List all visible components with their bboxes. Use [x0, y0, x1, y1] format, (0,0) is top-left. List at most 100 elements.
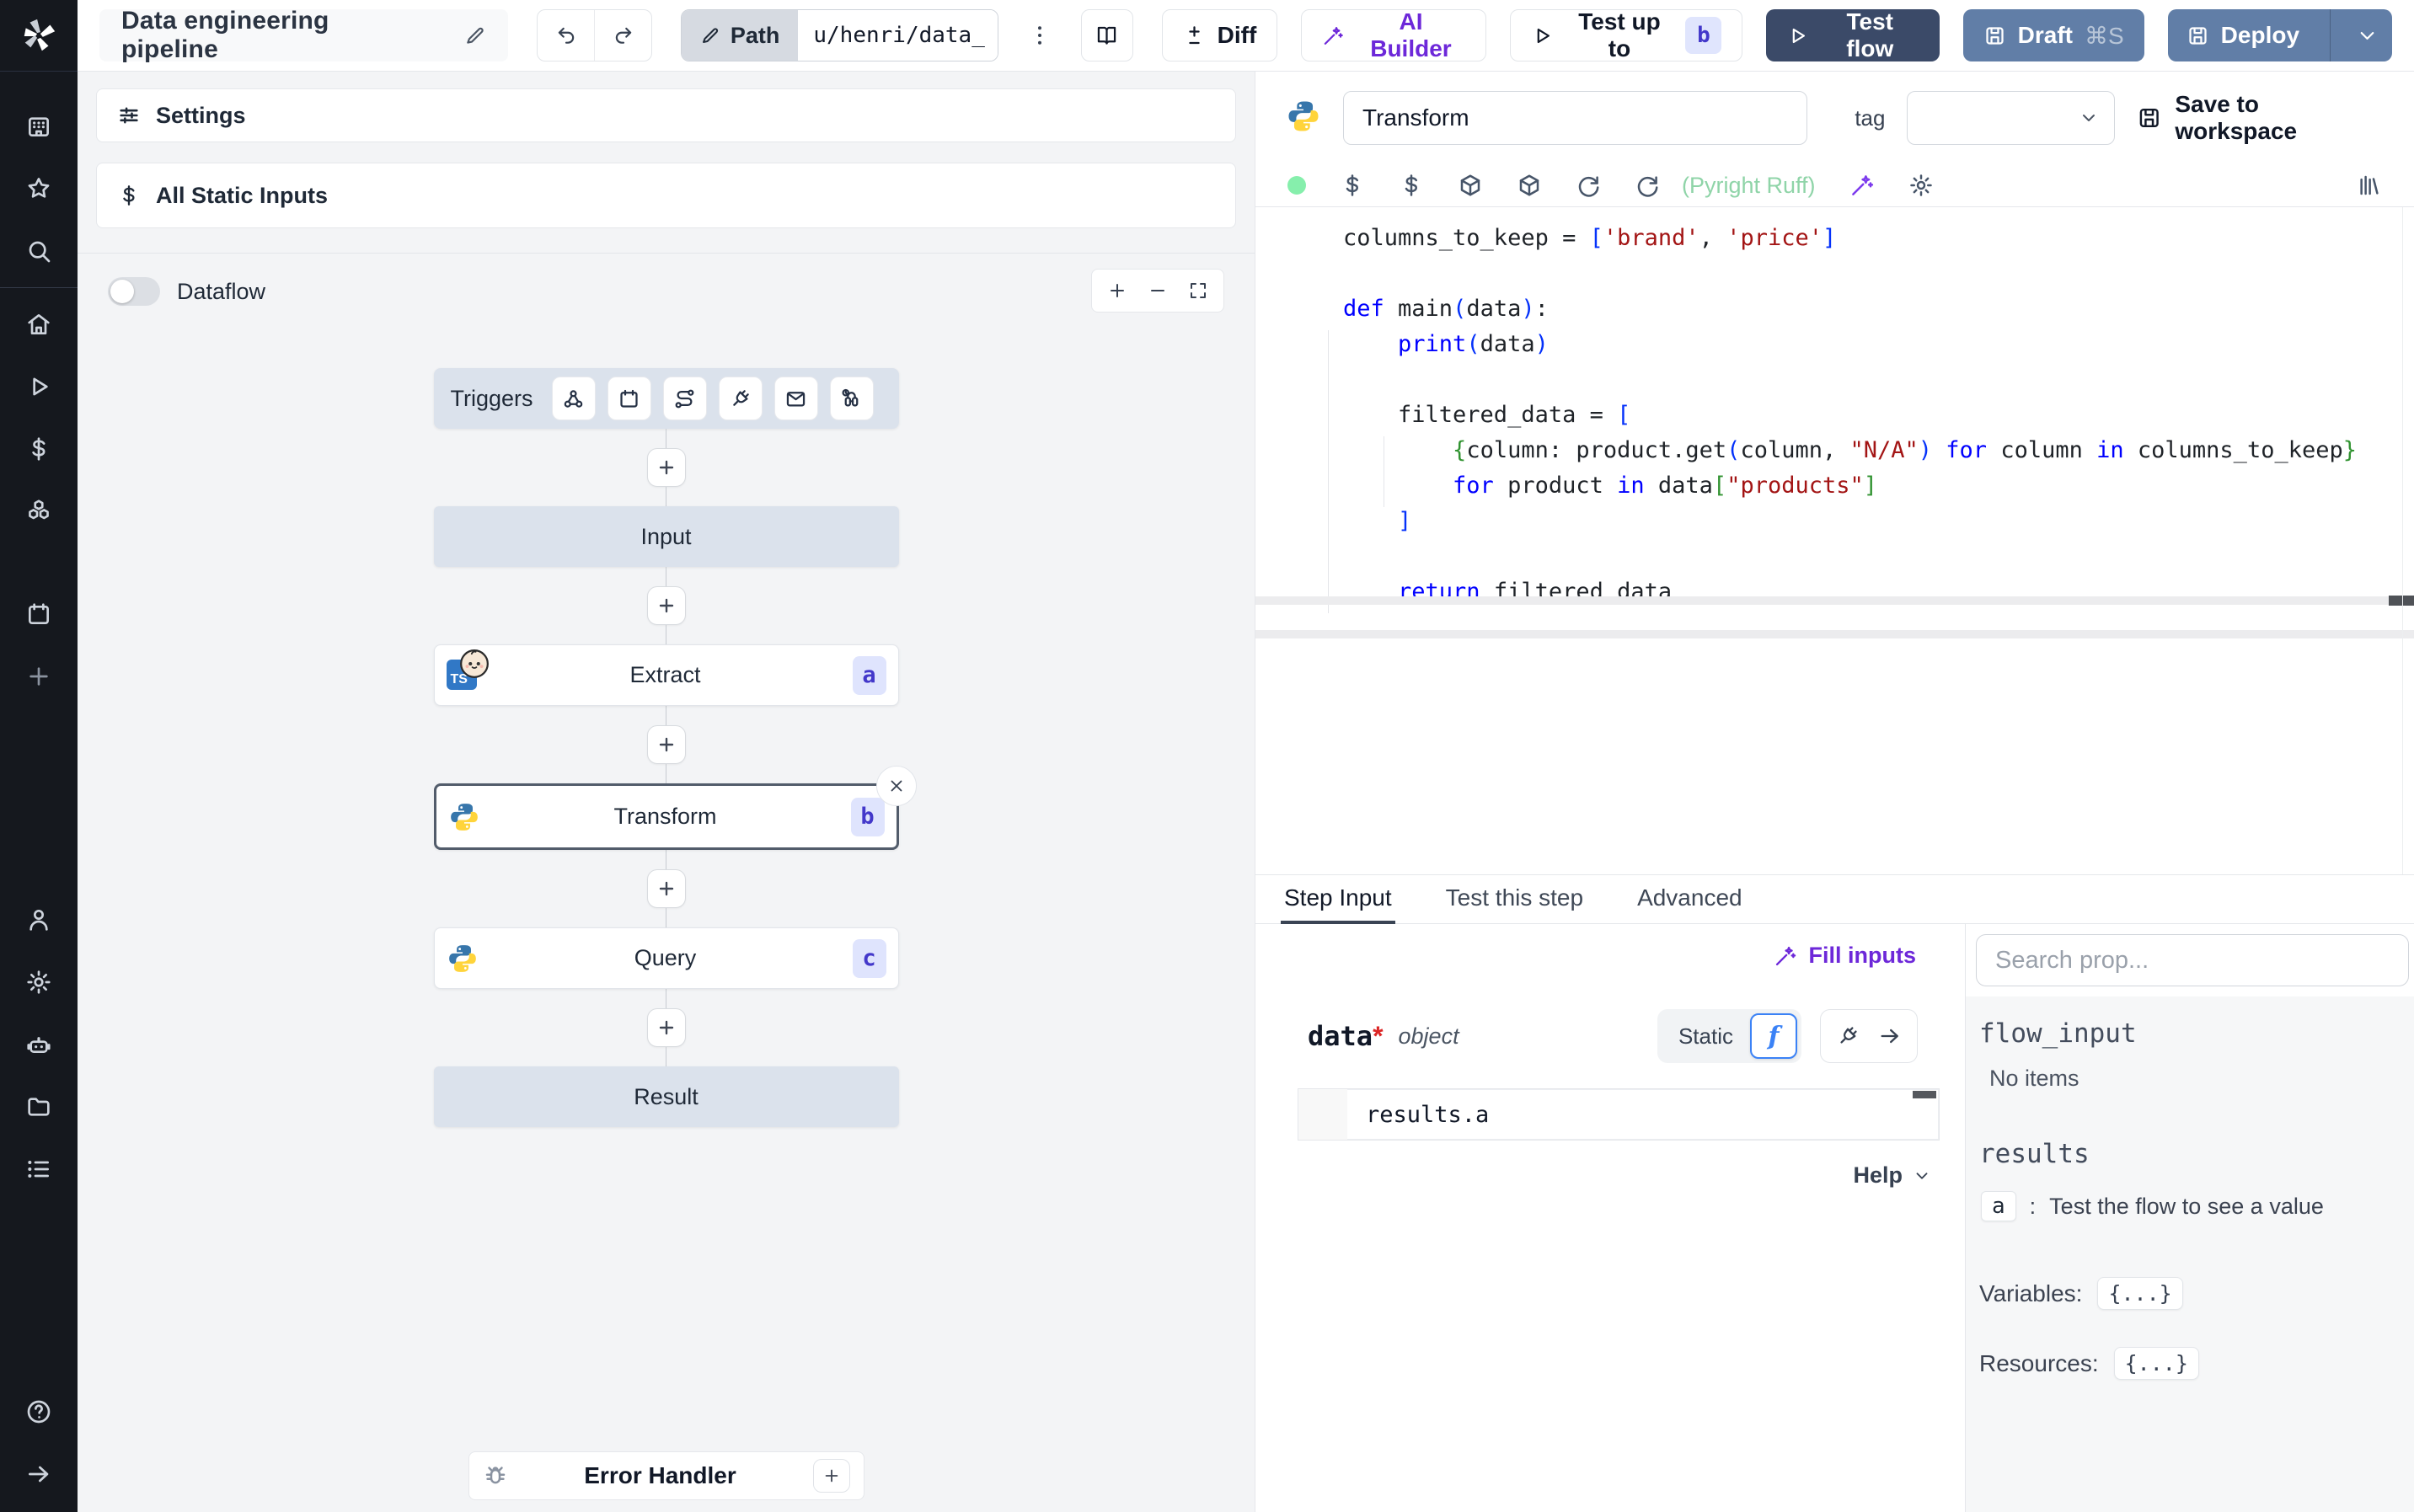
windmill-logo[interactable] — [0, 0, 78, 72]
editor-hscroll-thumb[interactable] — [2389, 596, 2414, 606]
docs-button[interactable] — [1081, 9, 1133, 61]
search-prop-input[interactable] — [1976, 934, 2409, 986]
edit-title-icon[interactable] — [464, 24, 486, 46]
sidebar-item-favorites[interactable] — [0, 158, 78, 220]
tag-select[interactable] — [1907, 91, 2115, 145]
deploy-options-button[interactable] — [2342, 9, 2392, 61]
deploy-button[interactable]: Deploy — [2168, 9, 2318, 61]
ai-builder-button[interactable]: AI Builder — [1301, 8, 1487, 61]
flow-input-section-title[interactable]: flow_input — [1979, 1018, 2399, 1049]
expression-mode-button[interactable]: f — [1750, 1013, 1797, 1059]
sidebar-item-add[interactable] — [0, 645, 78, 708]
library-panel-button[interactable] — [2357, 173, 2382, 198]
zoom-in-button[interactable] — [1097, 272, 1137, 309]
fit-view-button[interactable] — [1178, 272, 1218, 309]
error-handler-node[interactable]: Error Handler — [468, 1451, 864, 1500]
sidebar-item-workers[interactable] — [0, 1013, 78, 1076]
path-control[interactable]: Path u/henri/data_ — [680, 9, 999, 61]
expression-editor[interactable]: results.a — [1298, 1088, 1940, 1141]
fill-inputs-button[interactable]: Fill inputs — [1774, 943, 1916, 969]
result-item-a[interactable]: a : Test the flow to see a value — [1981, 1191, 2399, 1221]
tab-advanced[interactable]: Advanced — [1634, 875, 1746, 924]
variables-object-badge[interactable]: {...} — [2097, 1277, 2183, 1310]
ai-assistant-button[interactable] — [1849, 173, 1875, 198]
trigger-email-button[interactable] — [773, 377, 818, 420]
add-error-handler-button[interactable] — [812, 1459, 850, 1493]
save-to-workspace-button[interactable]: Save to workspace — [2137, 91, 2384, 145]
arrow-right-icon[interactable] — [1878, 1024, 1902, 1048]
sidebar-item-help[interactable] — [0, 1381, 78, 1443]
tab-step-input[interactable]: Step Input — [1281, 875, 1395, 924]
trigger-schedule-button[interactable] — [607, 377, 651, 420]
editor-settings-button[interactable] — [1908, 173, 1934, 198]
test-flow-button[interactable]: Test flow — [1766, 8, 1940, 61]
path-value[interactable]: u/henri/data_ — [798, 10, 998, 61]
zoom-out-button[interactable] — [1137, 272, 1178, 309]
sidebar-item-logs[interactable] — [0, 1138, 78, 1200]
lint-status-label: (Pyright Ruff) — [1682, 172, 1816, 198]
result-node[interactable]: Result — [433, 1066, 899, 1127]
sidebar-item-search[interactable] — [0, 220, 78, 282]
step-node-extract[interactable]: Extract a — [433, 644, 899, 706]
resources-object-badge[interactable]: {...} — [2113, 1347, 2199, 1380]
trigger-webhook-button[interactable] — [551, 377, 596, 420]
draft-button[interactable]: Draft ⌘S — [1962, 9, 2144, 61]
sidebar-item-expand[interactable] — [0, 1443, 78, 1505]
test-up-to-button[interactable]: Test up to b — [1510, 8, 1743, 61]
expand-arrow-icon — [25, 1461, 52, 1488]
more-menu-button[interactable] — [1027, 23, 1052, 48]
step-node-transform[interactable]: Transform b — [433, 766, 917, 850]
trigger-websocket-button[interactable] — [718, 377, 763, 420]
step-name-input[interactable] — [1343, 91, 1808, 145]
results-section-title[interactable]: results — [1979, 1139, 2399, 1169]
diff-button[interactable]: Diff — [1161, 9, 1278, 61]
reload-button[interactable] — [1635, 173, 1660, 198]
insert-step-button[interactable] — [646, 586, 686, 625]
props-list: flow_input No items results a : Test the… — [1966, 996, 2414, 1512]
reload-button[interactable] — [1576, 173, 1601, 198]
static-mode-label[interactable]: Static — [1662, 1023, 1750, 1050]
sidebar-item-workspace[interactable] — [0, 95, 78, 158]
flow-canvas[interactable]: Dataflow Triggers Input TS Extract a Tra… — [78, 254, 1255, 1512]
sidebar-item-variables[interactable] — [0, 418, 78, 480]
sidebar-item-home[interactable] — [0, 293, 78, 355]
insert-step-button[interactable] — [646, 725, 686, 764]
sidebar-item-settings[interactable] — [0, 951, 78, 1013]
trigger-route-button[interactable] — [662, 377, 707, 420]
insert-step-button[interactable] — [646, 1008, 686, 1047]
props-panel: flow_input No items results a : Test the… — [1965, 924, 2414, 1512]
help-toggle[interactable]: Help — [1853, 1162, 1931, 1189]
flow-settings-button[interactable]: Settings — [96, 88, 1236, 142]
sidebar-item-user[interactable] — [0, 889, 78, 951]
code-editor[interactable]: columns_to_keep = ['brand', 'price'] def… — [1255, 206, 2414, 874]
sidebar-item-resources[interactable] — [0, 480, 78, 542]
undo-button[interactable] — [538, 10, 595, 61]
code-content[interactable]: columns_to_keep = ['brand', 'price'] def… — [1255, 207, 2414, 610]
context-var-button[interactable] — [1399, 173, 1424, 198]
deploy-divider — [2330, 9, 2331, 61]
test-up-to-step-badge[interactable]: b — [1685, 17, 1722, 54]
sidebar-item-runs[interactable] — [0, 355, 78, 418]
result-key-badge[interactable]: a — [1981, 1191, 2016, 1221]
expression-value[interactable]: results.a — [1347, 1089, 1939, 1140]
insert-step-button[interactable] — [646, 869, 686, 908]
input-node[interactable]: Input — [433, 506, 899, 567]
redo-button[interactable] — [594, 10, 651, 61]
plus-icon — [822, 1467, 841, 1485]
trigger-poll-button[interactable] — [829, 377, 874, 420]
package-button[interactable] — [1517, 173, 1542, 198]
tab-test-this-step[interactable]: Test this step — [1443, 875, 1587, 924]
triggers-node[interactable]: Triggers — [433, 368, 899, 429]
insert-step-button[interactable] — [646, 448, 686, 487]
context-var-button[interactable] — [1340, 173, 1365, 198]
plug-icon[interactable] — [1836, 1024, 1860, 1048]
delete-step-button[interactable] — [875, 766, 917, 806]
package-button[interactable] — [1458, 173, 1483, 198]
sidebar-item-folders[interactable] — [0, 1076, 78, 1138]
sidebar-item-schedules[interactable] — [0, 583, 78, 645]
edge-transform-query — [434, 850, 899, 927]
expand-icon — [1188, 280, 1208, 301]
step-node-query[interactable]: Query c — [433, 927, 899, 989]
dataflow-toggle[interactable] — [108, 277, 160, 306]
all-static-inputs-button[interactable]: All Static Inputs — [96, 163, 1236, 228]
